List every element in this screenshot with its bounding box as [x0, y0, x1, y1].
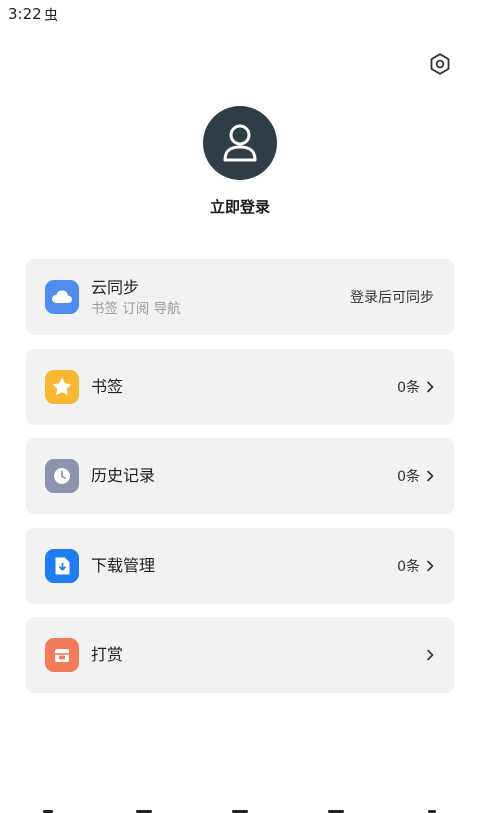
card-action — [420, 649, 434, 661]
card-title: 云同步 — [91, 277, 140, 297]
gift-icon-tile — [45, 638, 79, 672]
cloud-icon — [52, 290, 72, 303]
user-icon — [223, 124, 257, 162]
menu-item-downloads[interactable]: 下载管理 0条 — [26, 527, 454, 604]
chevron-right-icon — [426, 560, 434, 572]
reward-text: 打赏 — [91, 645, 420, 665]
status-bar: 3:22 虫 — [0, 0, 480, 28]
bottom-nav — [0, 800, 480, 813]
downloads-count: 0条 — [397, 558, 420, 575]
status-time: 3:22 — [8, 5, 42, 23]
card-title: 下载管理 — [91, 555, 156, 575]
menu-item-history[interactable]: 历史记录 0条 — [26, 438, 454, 514]
profile-icon[interactable] — [421, 800, 443, 813]
cloud-sync-text: 云同步 书签 订阅 导航 — [91, 278, 350, 317]
menu-list: 云同步 书签 订阅 导航 登录后可同步 书签 0条 历史记录 0条 下载管理 0… — [26, 259, 454, 707]
card-count: 0条 — [397, 466, 434, 486]
bookmark-nav-icon[interactable] — [133, 800, 155, 813]
tabs-icon[interactable] — [325, 800, 347, 813]
card-title: 历史记录 — [91, 466, 156, 485]
cloud-icon-tile — [45, 280, 79, 314]
status-indicator: 虫 — [44, 8, 58, 24]
chevron-right-icon — [426, 470, 434, 482]
card-subtitle: 书签 订阅 导航 — [91, 300, 181, 317]
sync-status-text: 登录后可同步 — [350, 290, 434, 306]
settings-button[interactable] — [426, 50, 454, 78]
card-title: 书签 — [91, 376, 124, 396]
bookmarks-count: 0条 — [397, 379, 420, 396]
login-link[interactable]: 立即登录 — [0, 196, 480, 217]
download-icon — [55, 557, 70, 574]
clock-icon-tile — [45, 459, 79, 493]
back-icon[interactable] — [37, 800, 59, 813]
history-text: 历史记录 — [91, 466, 397, 486]
avatar[interactable] — [203, 106, 277, 180]
grid-icon[interactable] — [229, 800, 251, 813]
chevron-right-icon — [426, 649, 434, 661]
menu-item-reward[interactable]: 打赏 — [26, 617, 454, 693]
card-title: 打赏 — [91, 645, 124, 664]
history-count: 0条 — [397, 469, 420, 485]
clock-icon — [54, 468, 70, 484]
star-icon-tile — [45, 369, 79, 404]
gift-icon — [55, 649, 69, 662]
chevron-right-icon — [426, 381, 434, 393]
card-status: 登录后可同步 — [350, 287, 434, 307]
menu-item-cloud-sync[interactable]: 云同步 书签 订阅 导航 登录后可同步 — [26, 259, 454, 335]
gear-icon — [430, 53, 450, 75]
card-count: 0条 — [397, 556, 434, 576]
card-count: 0条 — [397, 377, 434, 397]
downloads-text: 下载管理 — [91, 556, 397, 576]
menu-item-bookmarks[interactable]: 书签 0条 — [26, 348, 454, 425]
star-icon — [53, 377, 71, 395]
profile-section: 立即登录 — [0, 106, 480, 217]
bookmarks-text: 书签 — [91, 377, 397, 397]
download-icon-tile — [45, 548, 79, 583]
